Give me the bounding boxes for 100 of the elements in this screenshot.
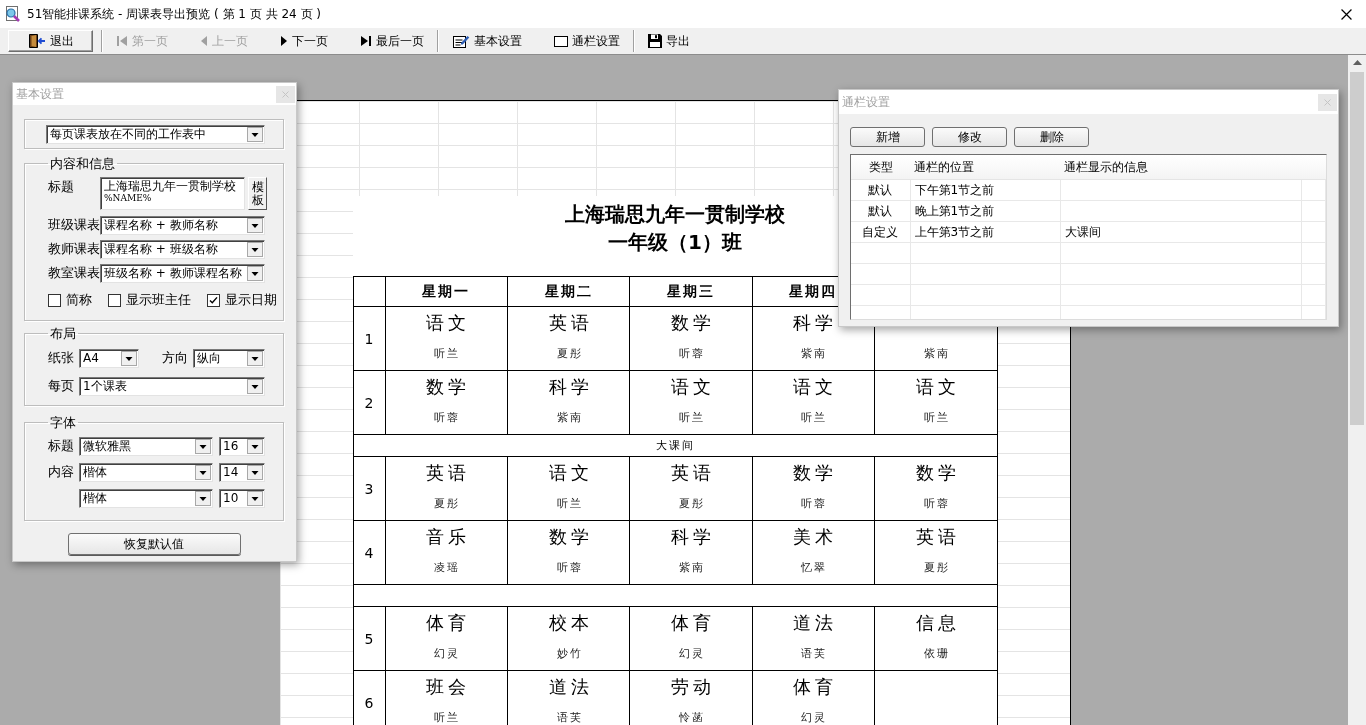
teacher-name: 怜菡 — [678, 712, 706, 724]
dropdown[interactable]: 班级名称 + 教师课程名称 — [100, 263, 265, 283]
checkbox[interactable] — [48, 293, 61, 307]
dialog-title: 基本设置 — [16, 85, 64, 103]
field-label: 内容 — [48, 463, 75, 481]
text-field[interactable]: 上海瑞思九年一贯制学校 %NAME% — [100, 177, 245, 210]
group-label: 字体 — [49, 415, 77, 430]
exit-button[interactable]: 退出 — [8, 30, 93, 52]
teacher-name: 听兰 — [922, 412, 950, 424]
day-header: 星期四 — [789, 282, 838, 299]
table-cell: 大课间 — [1060, 221, 1301, 243]
teacher-name: 听兰 — [433, 348, 461, 360]
teacher-name: 语芙 — [555, 712, 583, 724]
door-arrow-icon — [27, 33, 46, 49]
table-cell: 默认 — [851, 200, 910, 222]
left-triangle-icon — [200, 35, 208, 47]
table-cell: 晚上第1节之前 — [910, 200, 1060, 222]
checkbox-label: 显示日期 — [225, 291, 277, 309]
dialog-button[interactable]: 删除 — [1014, 127, 1089, 147]
day-header: 星期三 — [667, 282, 716, 299]
teacher-name: 听兰 — [678, 412, 706, 424]
checkbox-label: 显示班主任 — [126, 291, 191, 309]
teacher-name: 语芙 — [800, 648, 828, 660]
dropdown[interactable]: 14 — [219, 462, 265, 482]
right-triangle-icon — [280, 35, 288, 47]
teacher-name: 夏彤 — [922, 562, 950, 574]
subject-name: 信息 — [914, 611, 960, 635]
dropdown[interactable]: 纵向 — [193, 348, 265, 368]
subject-name: 语文 — [425, 311, 471, 335]
teacher-name: 听蓉 — [555, 562, 583, 574]
subject-name: 英语 — [547, 311, 593, 335]
close-icon — [1340, 8, 1352, 20]
dropdown[interactable]: 1个课表 — [79, 376, 265, 396]
skip-forward-icon — [360, 35, 372, 47]
rectangle-icon — [554, 35, 568, 47]
period-number: 5 — [364, 630, 374, 647]
window-title: 51智能排课系统 - 周课表导出预览 ( 第 1 页 共 24 页 ) — [27, 5, 321, 23]
group-label: 布局 — [49, 326, 77, 341]
dialog-button[interactable]: 修改 — [932, 127, 1007, 147]
dialog-button[interactable]: 新增 — [850, 127, 925, 147]
dropdown[interactable]: 每页课表放在不同的工作表中 — [46, 124, 265, 144]
bar-settings-button[interactable]: 通栏设置 — [549, 30, 625, 52]
dropdown[interactable]: 16 — [219, 436, 265, 456]
document-pen-icon — [452, 33, 470, 49]
subject-name: 英语 — [425, 461, 471, 485]
table-cell: 默认 — [851, 179, 910, 201]
subject-name: 科学 — [547, 375, 593, 399]
group-label: 内容和信息 — [49, 156, 116, 171]
checkbox[interactable] — [108, 293, 121, 307]
field-label: 教室课表 — [48, 264, 100, 282]
scrollbar-thumb[interactable] — [1350, 72, 1364, 425]
basic-settings-button[interactable]: 基本设置 — [447, 30, 527, 52]
dropdown[interactable]: 楷体 — [79, 462, 213, 482]
break-label: 大课间 — [655, 439, 695, 452]
subject-name: 音乐 — [425, 525, 471, 549]
timetable-title: 上海瑞思九年一贯制学校 — [565, 202, 785, 226]
subject-name: 语文 — [670, 375, 716, 399]
skip-back-icon — [116, 35, 128, 47]
subject-name: 英语 — [670, 461, 716, 485]
reset-button[interactable]: 恢复默认值 — [67, 533, 241, 555]
teacher-name: 依珊 — [922, 648, 950, 660]
field-label: 标题 — [48, 437, 75, 455]
checkbox[interactable] — [207, 293, 220, 307]
subject-name: 语文 — [547, 461, 593, 485]
table-cell: 下午第1节之前 — [910, 179, 1060, 201]
teacher-name: 夏彤 — [433, 498, 461, 510]
teacher-name: 幻灵 — [800, 712, 828, 724]
export-button[interactable]: 导出 — [643, 30, 695, 52]
last-page-button[interactable]: 最后一页 — [355, 30, 429, 52]
subject-name: 语文 — [914, 375, 960, 399]
next-page-button[interactable]: 下一页 — [275, 30, 333, 52]
subject-name: 校本 — [547, 611, 593, 635]
subject-name: 语文 — [792, 375, 838, 399]
teacher-name: 夏彤 — [555, 348, 583, 360]
field-label: 方向 — [162, 349, 189, 367]
subject-name: 道法 — [547, 675, 593, 699]
subject-name: 科学 — [670, 525, 716, 549]
dropdown[interactable]: 楷体 — [79, 488, 213, 508]
subject-name: 体育 — [792, 675, 838, 699]
subject-name: 体育 — [670, 611, 716, 635]
checkbox-label: 简称 — [66, 291, 92, 309]
period-number: 3 — [364, 480, 374, 497]
up-arrow-icon — [1352, 60, 1362, 65]
vertical-scrollbar[interactable] — [1348, 55, 1366, 725]
subject-name: 美术 — [792, 525, 838, 549]
dropdown[interactable]: 课程名称 + 班级名称 — [100, 239, 265, 259]
subject-name: 数学 — [914, 461, 960, 485]
day-header: 星期二 — [544, 282, 593, 299]
subject-name: 体育 — [425, 611, 471, 635]
close-icon — [282, 90, 289, 98]
teacher-name: 夏彤 — [678, 498, 706, 510]
dropdown[interactable]: 10 — [219, 488, 265, 508]
dropdown[interactable]: A4 — [79, 348, 139, 368]
template-button[interactable]: 模板 — [248, 177, 267, 210]
dropdown[interactable]: 课程名称 + 教师名称 — [100, 215, 265, 235]
teacher-name: 听蓉 — [433, 412, 461, 424]
subject-name: 数学 — [547, 525, 593, 549]
dropdown[interactable]: 微软雅黑 — [79, 436, 213, 456]
teacher-name: 紫南 — [678, 562, 706, 574]
checkmark-icon — [209, 295, 218, 305]
